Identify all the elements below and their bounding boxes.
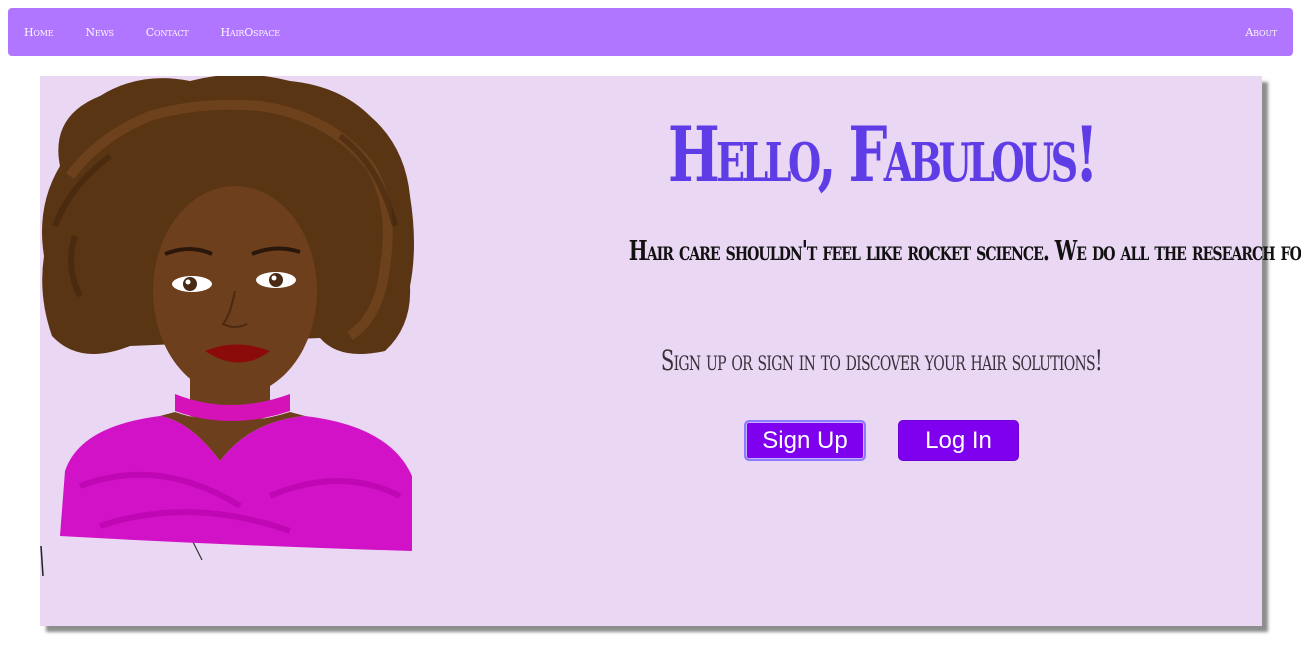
nav-news-link[interactable]: News xyxy=(85,26,114,39)
nav-about-link[interactable]: About xyxy=(1245,26,1277,39)
hero-title: Hello, Fabulous! xyxy=(667,110,1099,199)
nav-links: Home News Contact HairOspace xyxy=(24,26,312,39)
hero-subtitle: Hair care shouldn't feel like rocket sci… xyxy=(628,236,1301,267)
login-button[interactable]: Log In xyxy=(898,420,1019,461)
nav-home-link[interactable]: Home xyxy=(24,26,54,39)
hero-content: Hello, Fabulous! Hair care shouldn't fee… xyxy=(540,76,1301,626)
signup-button[interactable]: Sign Up xyxy=(744,420,866,461)
auth-buttons: Sign Up Log In xyxy=(540,420,1223,461)
nav-hairospace-link[interactable]: HairOspace xyxy=(220,26,280,39)
signup-prompt: Sign up or sign in to discover your hair… xyxy=(660,344,1103,377)
portrait-illustration xyxy=(40,76,414,576)
navbar: Home News Contact HairOspace About xyxy=(8,8,1293,56)
nav-contact-link[interactable]: Contact xyxy=(146,26,189,39)
hero-card: Hello, Fabulous! Hair care shouldn't fee… xyxy=(40,76,1301,626)
